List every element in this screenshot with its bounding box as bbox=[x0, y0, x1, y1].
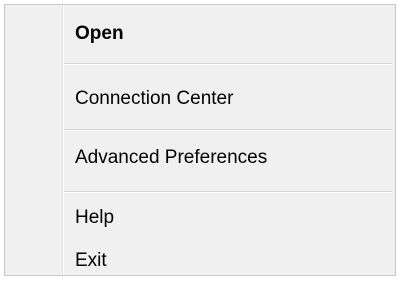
menu-item-exit[interactable]: Exit bbox=[6, 239, 394, 283]
menu-item-advanced-preferences-label: Advanced Preferences bbox=[75, 147, 268, 168]
menu-separator bbox=[64, 191, 392, 193]
menu-item-open-label: Open bbox=[75, 23, 124, 44]
menu-item-connection-center-label: Connection Center bbox=[75, 88, 234, 109]
menu-separator bbox=[64, 129, 392, 131]
menu-separator bbox=[64, 63, 392, 65]
menu-item-help[interactable]: Help bbox=[6, 196, 394, 240]
menu-item-advanced-preferences[interactable]: Advanced Preferences bbox=[6, 136, 394, 180]
menu-item-help-label: Help bbox=[75, 207, 115, 228]
menu-item-connection-center[interactable]: Connection Center bbox=[6, 77, 394, 121]
context-menu-panel: Open Connection Center Advanced Preferen… bbox=[4, 4, 396, 276]
menu-item-open[interactable]: Open bbox=[6, 12, 394, 56]
menu-item-exit-label: Exit bbox=[75, 250, 107, 271]
tray-context-menu: Open Connection Center Advanced Preferen… bbox=[0, 0, 412, 280]
